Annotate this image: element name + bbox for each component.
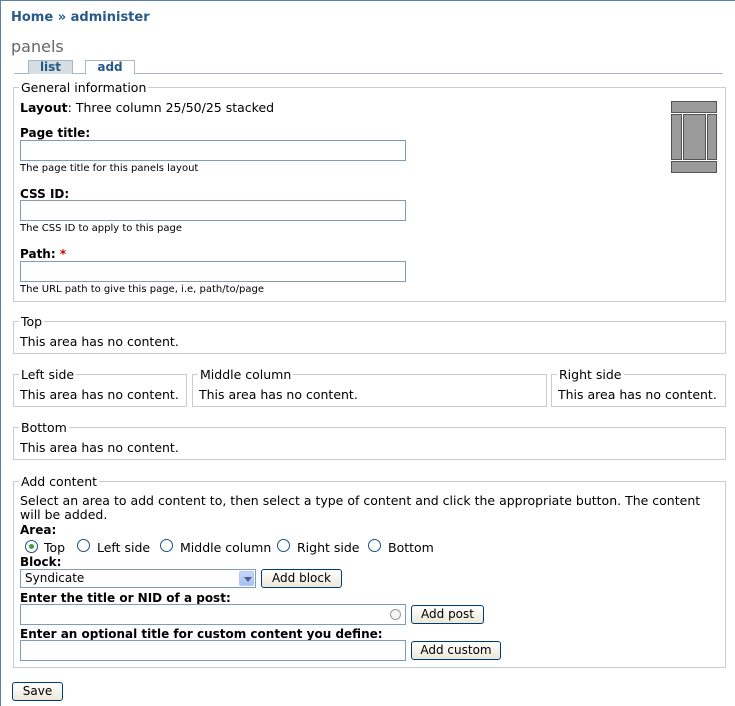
general-information-legend: General information (21, 80, 147, 95)
area-radio-top[interactable] (25, 540, 38, 553)
area-radio-bottom[interactable] (368, 539, 381, 552)
tab-list[interactable]: list (28, 60, 73, 74)
region-middle-legend: Middle column (200, 367, 292, 382)
page-title-input[interactable] (20, 140, 406, 161)
add-content-legend: Add content (21, 474, 98, 489)
region-right-legend: Right side (559, 367, 622, 382)
css-id-description: The CSS ID to apply to this page (20, 223, 182, 234)
layout-value: : Three column 25/50/25 stacked (67, 100, 275, 115)
block-select-value: Syndicate (25, 571, 85, 585)
css-id-input[interactable] (20, 200, 406, 221)
region-right-empty-text: This area has no content. (558, 387, 717, 402)
region-left-empty-text: This area has no content. (20, 387, 179, 402)
area-radio-top-label: Top (44, 540, 66, 555)
area-radio-middle-column-label: Middle column (180, 540, 272, 555)
area-radio-middle-column[interactable] (160, 539, 173, 552)
area-radio-bottom-label: Bottom (388, 540, 434, 555)
area-radio-left-side-label: Left side (97, 540, 151, 555)
save-button[interactable]: Save (12, 682, 63, 701)
path-label-line: Path: * (20, 247, 66, 261)
css-id-label: CSS ID: (20, 187, 70, 201)
path-description: The URL path to give this page, i.e, pat… (20, 284, 265, 295)
path-label: Path: (20, 247, 56, 261)
area-radio-right-side[interactable] (277, 539, 290, 552)
block-label: Block: (20, 555, 62, 569)
add-block-button[interactable]: Add block (261, 569, 342, 588)
region-left-legend: Left side (21, 367, 75, 382)
chevron-down-icon[interactable] (239, 571, 254, 586)
page-title-label: Page title: (20, 126, 91, 140)
page-title: panels (11, 37, 64, 56)
breadcrumb-administer-link[interactable]: administer (71, 10, 150, 25)
custom-label: Enter an optional title for custom conte… (20, 627, 383, 641)
region-top-legend: Top (21, 314, 43, 329)
path-input[interactable] (20, 261, 406, 282)
block-select[interactable]: Syndicate (20, 569, 256, 588)
add-content-instructions: Select an area to add content to, then s… (20, 493, 701, 522)
area-radio-left-side[interactable] (77, 539, 90, 552)
layout-line: Layout: Three column 25/50/25 stacked (20, 100, 274, 115)
region-top-empty-text: This area has no content. (20, 334, 179, 349)
region-bottom-legend: Bottom (21, 420, 67, 435)
breadcrumb-separator: » (57, 10, 67, 25)
breadcrumb-home-link[interactable]: Home (11, 10, 53, 25)
add-post-button[interactable]: Add post (411, 605, 484, 624)
breadcrumb: Home » administer (11, 10, 150, 25)
custom-title-input[interactable] (20, 640, 406, 661)
autocomplete-throbber-icon (390, 609, 401, 620)
tab-add[interactable]: add (85, 60, 135, 75)
post-label: Enter the title or NID of a post: (20, 591, 231, 605)
post-input[interactable] (20, 604, 406, 625)
area-radio-right-side-label: Right side (297, 540, 360, 555)
region-bottom-empty-text: This area has no content. (20, 440, 179, 455)
three-column-stacked-layout-icon (671, 101, 717, 173)
required-marker: * (59, 247, 67, 261)
layout-label: Layout (20, 100, 68, 115)
area-label: Area: (20, 523, 57, 537)
region-middle-empty-text: This area has no content. (199, 387, 358, 402)
page-title-description: The page title for this panels layout (20, 163, 199, 174)
add-custom-button[interactable]: Add custom (411, 641, 501, 660)
